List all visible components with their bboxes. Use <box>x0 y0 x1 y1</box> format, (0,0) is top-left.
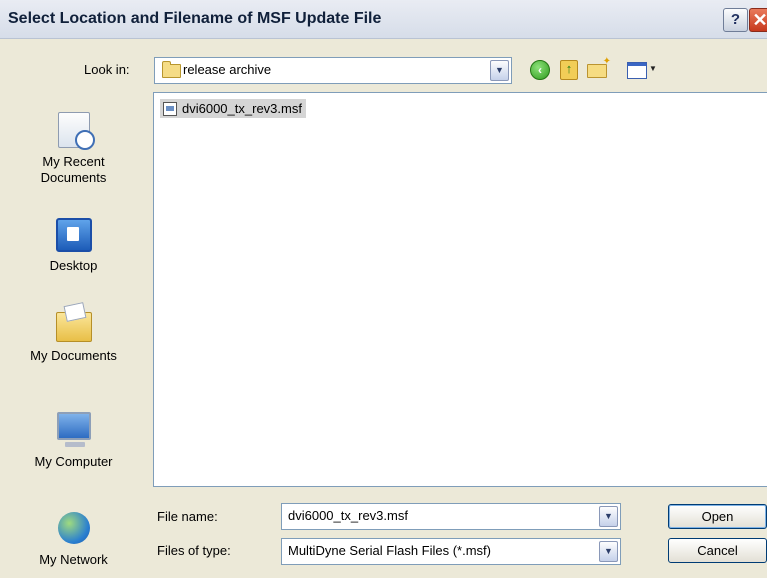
chevron-down-icon[interactable]: ▼ <box>490 60 509 81</box>
up-folder-icon[interactable]: ↑ <box>560 60 578 80</box>
recent-documents-icon <box>57 112 95 150</box>
place-label: My Recent Documents <box>40 154 107 185</box>
file-type-label: Files of type: <box>157 543 231 558</box>
msf-file-icon <box>163 102 177 116</box>
cancel-button[interactable]: Cancel <box>668 538 767 563</box>
open-button[interactable]: Open <box>668 504 767 529</box>
chevron-down-icon[interactable]: ▼ <box>599 506 618 527</box>
places-bar: My Recent Documents Desktop My Documents… <box>2 90 145 578</box>
place-label: My Computer <box>34 454 113 469</box>
my-documents-icon <box>55 312 92 342</box>
place-my-network[interactable]: My Network <box>2 512 145 568</box>
file-list[interactable]: dvi6000_tx_rev3.msf <box>153 92 767 487</box>
file-type-value: MultiDyne Serial Flash Files (*.msf) <box>288 543 491 558</box>
chevron-down-icon[interactable]: ▼ <box>599 541 618 562</box>
new-folder-icon[interactable] <box>587 56 611 78</box>
folder-icon <box>162 61 181 78</box>
my-computer-icon <box>56 412 91 447</box>
place-label: Desktop <box>49 258 98 273</box>
file-name-value: dvi6000_tx_rev3.msf <box>288 508 408 523</box>
desktop-icon <box>55 218 92 252</box>
look-in-value: release archive <box>183 62 272 77</box>
place-my-documents[interactable]: My Documents <box>2 312 145 364</box>
place-my-computer[interactable]: My Computer <box>2 412 145 470</box>
place-my-recent-documents[interactable]: My Recent Documents <box>2 112 145 186</box>
look-in-dropdown[interactable]: release archive ▼ <box>154 57 512 84</box>
file-name-label: File name: <box>157 509 218 524</box>
title-bar: Select Location and Filename of MSF Upda… <box>0 0 767 39</box>
close-button[interactable]: ✕ <box>749 8 767 32</box>
views-menu-icon[interactable] <box>627 62 647 79</box>
file-item[interactable]: dvi6000_tx_rev3.msf <box>160 99 306 118</box>
window-title: Select Location and Filename of MSF Upda… <box>8 10 382 27</box>
place-label: My Network <box>39 552 108 567</box>
file-type-dropdown[interactable]: MultiDyne Serial Flash Files (*.msf) ▼ <box>281 538 621 565</box>
place-desktop[interactable]: Desktop <box>2 218 145 274</box>
back-icon[interactable]: ‹ <box>530 60 550 80</box>
help-button[interactable]: ? <box>723 8 748 32</box>
look-in-label: Look in: <box>84 62 130 77</box>
file-name: dvi6000_tx_rev3.msf <box>182 101 302 116</box>
file-name-input[interactable]: dvi6000_tx_rev3.msf ▼ <box>281 503 621 530</box>
views-dropdown-arrow-icon[interactable]: ▼ <box>649 64 657 73</box>
my-network-icon <box>57 512 90 544</box>
place-label: My Documents <box>30 348 117 363</box>
